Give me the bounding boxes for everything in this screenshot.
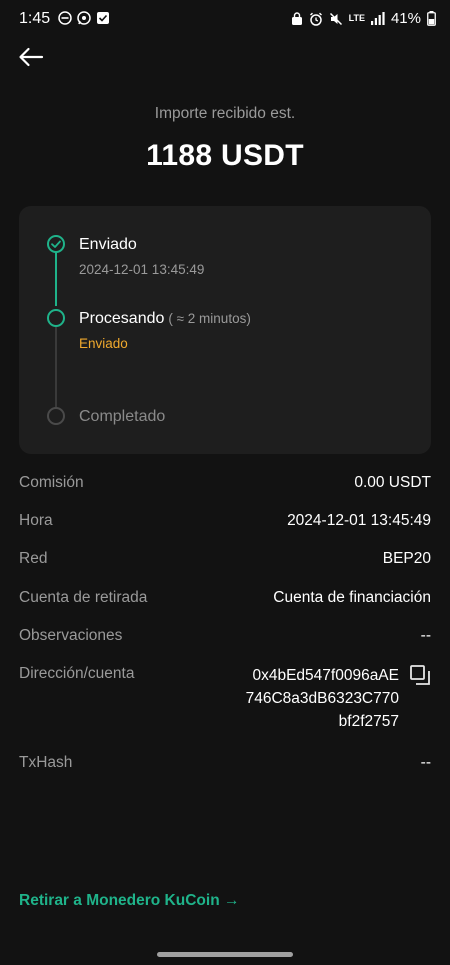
whatsapp-icon: [77, 11, 91, 25]
step-sent-check-icon: [47, 235, 65, 253]
address-text[interactable]: 0x4bEd547f0096aAE 746C8a3dB6323C770 bf2f…: [246, 664, 399, 733]
commission-label: Comisión: [19, 474, 84, 491]
status-time: 1:45: [19, 10, 51, 27]
step-completed-title: Completado: [79, 408, 166, 425]
battery-icon: [427, 11, 436, 26]
address-label: Dirección/cuenta: [19, 665, 135, 682]
alarm-icon: [309, 12, 322, 26]
detail-row-network: Red BEP20: [19, 550, 431, 568]
progress-line-completed: [55, 252, 57, 306]
lock-icon: [291, 11, 302, 25]
status-bar: 1:45 LTE 41%: [0, 0, 450, 38]
address-line-2: 746C8a3dB6323C770: [245, 690, 399, 707]
detail-row-txhash: TxHash --: [19, 754, 431, 772]
network-type: LTE: [348, 13, 365, 23]
account-label: Cuenta de retirada: [19, 589, 148, 606]
step-processing-title: Procesando: [79, 310, 165, 327]
time-label: Hora: [19, 512, 53, 529]
step-sent-title: Enviado: [79, 236, 137, 253]
detail-row-account: Cuenta de retirada Cuenta de financiació…: [19, 589, 431, 607]
progress-line-pending: [55, 327, 57, 407]
network-value: BEP20: [382, 550, 431, 567]
remarks-value: --: [420, 627, 431, 644]
commission-value: 0.00 USDT: [354, 474, 431, 491]
step-processing: Procesando ( ≈ 2 minutos): [79, 310, 251, 328]
step-processing-status: Enviado: [79, 336, 128, 351]
do-not-disturb-icon: [58, 11, 72, 25]
step-sent-timestamp: 2024-12-01 13:45:49: [79, 262, 205, 277]
address-line-1: 0x4bEd547f0096aAE: [252, 667, 399, 684]
address-value: 0x4bEd547f0096aAE 746C8a3dB6323C770 bf2f…: [246, 664, 431, 733]
step-processing-dot: [47, 309, 65, 327]
mute-icon: [329, 12, 342, 25]
back-arrow-icon[interactable]: [18, 46, 44, 68]
txhash-value: --: [420, 754, 431, 771]
remarks-label: Observaciones: [19, 627, 123, 644]
received-amount-caption: Importe recibido est.: [154, 105, 296, 122]
received-amount: 1188 USDT: [146, 139, 304, 172]
home-indicator[interactable]: [157, 952, 293, 957]
battery-percent: 41%: [390, 10, 421, 27]
signal-icon: [370, 12, 385, 25]
checkbox-icon: [97, 12, 109, 24]
detail-row-remarks: Observaciones --: [19, 627, 431, 645]
copy-icon[interactable]: [409, 664, 431, 686]
status-left-icons: [58, 11, 110, 25]
status-right-icons: LTE 41%: [291, 10, 436, 27]
detail-row-commission: Comisión 0.00 USDT: [19, 474, 431, 492]
network-label: Red: [19, 550, 48, 567]
step-processing-eta: ( ≈ 2 minutos): [168, 311, 251, 326]
time-value: 2024-12-01 13:45:49: [287, 512, 431, 529]
address-line-3: bf2f2757: [338, 713, 399, 730]
detail-row-time: Hora 2024-12-01 13:45:49: [19, 512, 431, 530]
account-value: Cuenta de financiación: [273, 589, 431, 606]
txhash-label: TxHash: [19, 754, 73, 771]
step-completed-dot: [47, 407, 65, 425]
withdraw-to-kucoin-link[interactable]: Retirar a Monedero KuCoin →: [19, 892, 239, 910]
